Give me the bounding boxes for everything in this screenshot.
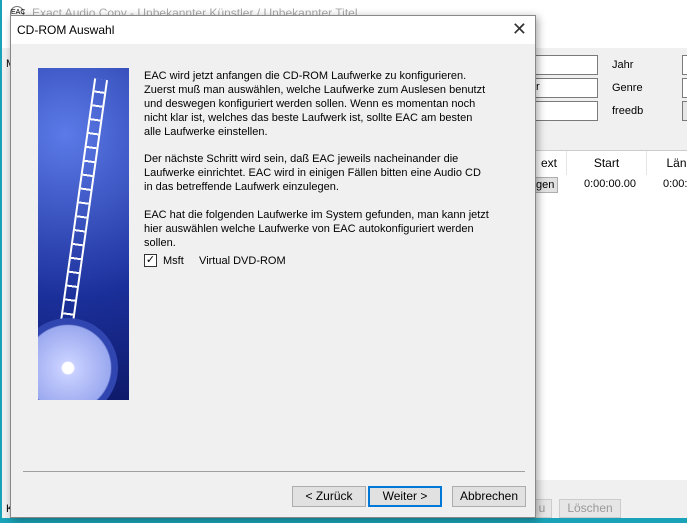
second-input[interactable]: r [532,78,598,98]
guitar-neck-graphic [57,78,109,338]
taskbar-edge [2,518,687,523]
cancel-button[interactable]: Abbrechen [452,486,526,507]
drive-checkbox[interactable]: ✓ [144,254,157,267]
length-cell: 0:00: [663,178,687,190]
next-button[interactable]: Weiter > [368,486,442,507]
drives-found-paragraph: EAC hat die folgenden Laufwerke im Syste… [144,209,489,249]
third-input[interactable] [532,101,598,121]
genre-label: Genre [612,82,643,94]
next-step-paragraph: Der nächste Schritt wird sein, daß EAC j… [144,153,481,193]
second-input-value: r [536,81,540,93]
drive-label: Msft Virtual DVD-ROM [163,254,286,267]
year-label: Jahr [612,59,634,71]
freedb-label: freedb [612,105,644,117]
col-header-start[interactable]: Start [567,151,647,175]
back-button[interactable]: < Zurück [292,486,366,507]
divider [23,471,525,472]
close-icon[interactable]: ✕ [512,19,527,40]
album-input[interactable] [532,55,598,75]
year-input[interactable] [682,55,687,75]
cd-disc-graphic [38,318,118,400]
intro-paragraph: EAC wird jetzt anfangen die CD-ROM Laufw… [144,70,486,138]
genre-input[interactable] [682,78,687,98]
start-cell: 0:00:00.00 [584,178,636,190]
delete-button[interactable]: Löschen [559,499,621,518]
music-cd-illustration [38,68,129,400]
cdrom-selection-dialog: CD-ROM Auswahl ✕ EAC wird jetzt anfangen… [10,15,536,518]
track-table: ext Start Län gen 0:00:00.00 0:00: [532,150,687,480]
drive-checkbox-row[interactable]: ✓ Msft Virtual DVD-ROM [144,254,286,267]
freedb-button[interactable] [682,101,687,121]
col-header-length[interactable]: Län [647,151,687,175]
dialog-title: CD-ROM Auswahl [17,23,115,37]
dialog-title-bar: CD-ROM Auswahl ✕ [11,16,535,44]
col-header-text[interactable]: ext [532,151,567,175]
